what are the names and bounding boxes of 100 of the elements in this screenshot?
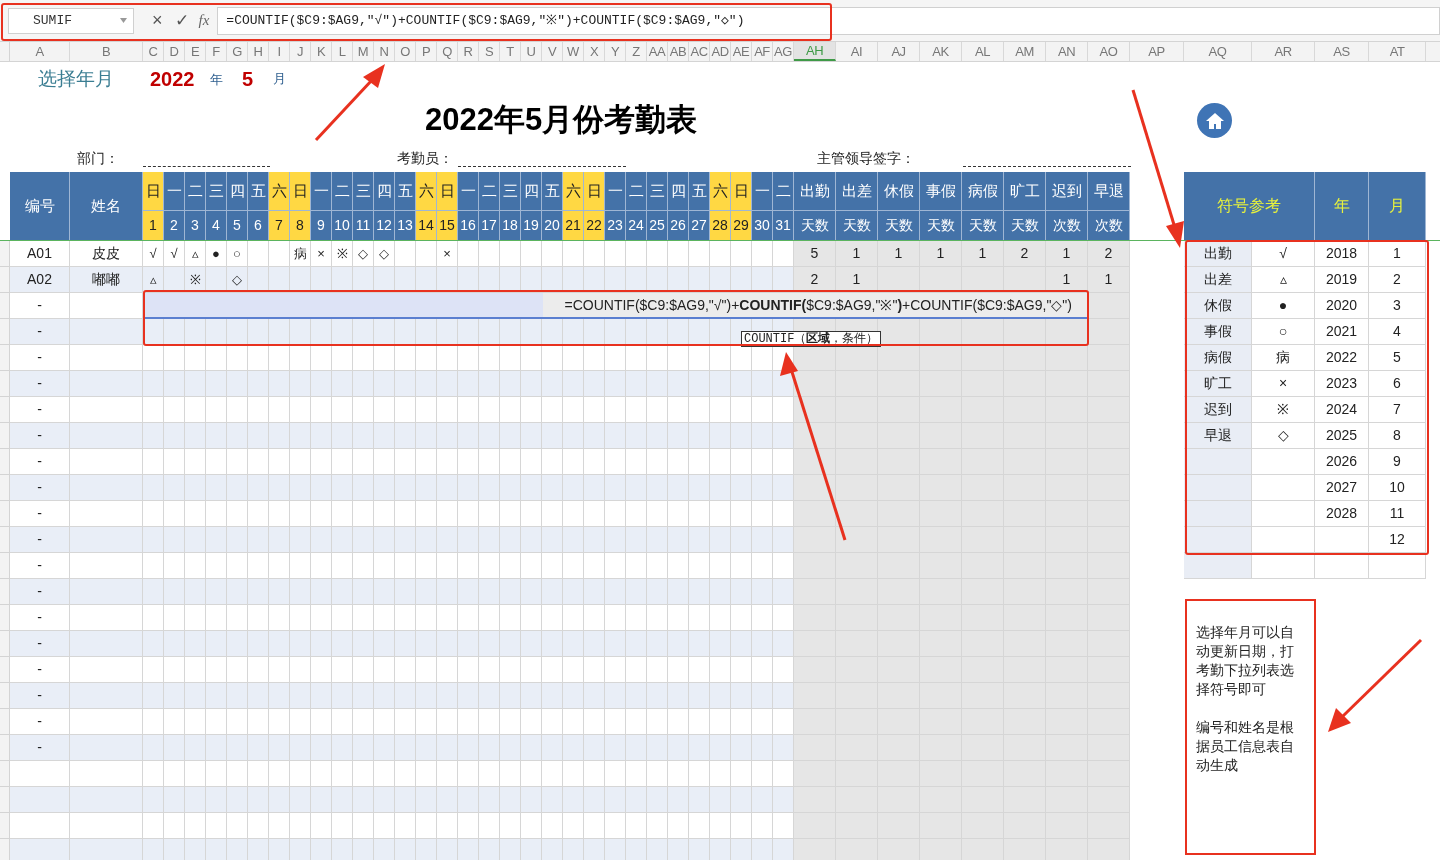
year-value[interactable]: 2022 (150, 68, 195, 90)
row-header[interactable] (0, 397, 10, 423)
column-header[interactable]: G (227, 42, 248, 61)
column-header[interactable]: AI (836, 42, 878, 61)
column-header[interactable]: C (143, 42, 164, 61)
weekday-cell: 日 (437, 172, 458, 212)
weekday-cell: 日 (290, 172, 311, 212)
weekday-cell: 休假 (878, 172, 920, 212)
reference-type: 出差 (1184, 267, 1252, 293)
row-header[interactable] (0, 267, 10, 293)
column-header[interactable]: AT (1369, 42, 1426, 61)
column-header[interactable]: E (185, 42, 206, 61)
formula-field[interactable]: =COUNTIF($C9:$AG9,″√″)+COUNTIF($C9:$AG9,″※″)+COUNTIF($C9:$AG9,″◇″) (217, 6, 1440, 35)
column-title: 符号参考 (1217, 196, 1281, 216)
column-header[interactable]: S (479, 42, 500, 61)
column-header[interactable]: X (584, 42, 605, 61)
column-header[interactable]: B (70, 42, 143, 61)
id-cell: A01 (10, 241, 70, 267)
date-cell: 9 (311, 211, 332, 240)
column-header[interactable]: AB (668, 42, 689, 61)
row-header[interactable] (0, 735, 10, 761)
row-header[interactable] (0, 631, 10, 657)
row-header[interactable] (0, 709, 10, 735)
confirm-button[interactable]: ✓ (174, 7, 189, 34)
row-header[interactable] (0, 501, 10, 527)
reference-month: 12 (1369, 527, 1426, 553)
row-header[interactable] (0, 319, 10, 345)
cancel-button[interactable]: × (152, 7, 163, 34)
column-header[interactable]: V (542, 42, 563, 61)
column-header[interactable]: W (563, 42, 584, 61)
reference-year: 2024 (1315, 397, 1369, 423)
row-header[interactable] (0, 839, 10, 860)
home-button[interactable] (1197, 103, 1232, 138)
column-header[interactable]: AP (1130, 42, 1184, 61)
function-button[interactable]: fx (198, 9, 210, 32)
column-header[interactable]: AC (689, 42, 710, 61)
column-header[interactable]: AK (920, 42, 962, 61)
column-header[interactable]: AJ (878, 42, 920, 61)
column-header[interactable]: AA (647, 42, 668, 61)
column-header[interactable]: M (353, 42, 374, 61)
month-value[interactable]: 5 (242, 68, 254, 90)
column-header[interactable]: N (374, 42, 395, 61)
column-header[interactable]: I (269, 42, 290, 61)
reference-year: 2018 (1315, 241, 1369, 267)
column-header[interactable]: AD (710, 42, 731, 61)
row-header[interactable] (0, 241, 10, 267)
reference-type: 休假 (1184, 293, 1252, 319)
sheet-title: 2022年5月份考勤表 (425, 102, 698, 138)
column-header[interactable]: L (332, 42, 353, 61)
row-header[interactable] (0, 293, 10, 319)
weekday-cell: 二 (332, 172, 353, 212)
column-header[interactable]: J (290, 42, 311, 61)
id-cell: - (10, 709, 70, 735)
id-cell: A02 (10, 267, 70, 293)
column-header[interactable]: AL (962, 42, 1004, 61)
row-header[interactable] (0, 605, 10, 631)
column-header[interactable]: H (248, 42, 269, 61)
column-header[interactable]: A (10, 42, 70, 61)
column-header[interactable]: P (416, 42, 437, 61)
row-header[interactable] (0, 657, 10, 683)
id-cell: - (10, 293, 70, 319)
row-header[interactable] (0, 813, 10, 839)
column-header[interactable]: Y (605, 42, 626, 61)
row-header[interactable] (0, 579, 10, 605)
column-header[interactable]: O (395, 42, 416, 61)
column-header[interactable]: AN (1046, 42, 1088, 61)
row-header[interactable] (0, 423, 10, 449)
row-header[interactable] (0, 553, 10, 579)
id-cell: - (10, 579, 70, 605)
column-header[interactable]: AR (1252, 42, 1315, 61)
row-header[interactable] (0, 449, 10, 475)
cell-editor[interactable]: =COUNTIF($C9:$AG9,"√")+COUNTIF($C9:$AG9,"※")+COUNTIF($C9:$AG9,"◇") (143, 293, 1088, 319)
column-header[interactable]: AQ (1184, 42, 1252, 61)
row-header[interactable] (0, 683, 10, 709)
column-header[interactable]: AO (1088, 42, 1130, 61)
column-header[interactable]: AF (752, 42, 773, 61)
reference-type: 早退 (1184, 423, 1252, 449)
column-header[interactable]: R (458, 42, 479, 61)
row-header[interactable] (0, 475, 10, 501)
column-header[interactable]: AE (731, 42, 752, 61)
column-title: 编号 (24, 195, 55, 216)
column-header[interactable]: D (164, 42, 185, 61)
column-header[interactable]: U (521, 42, 542, 61)
column-header[interactable]: Z (626, 42, 647, 61)
column-header[interactable]: AS (1315, 42, 1369, 61)
column-header[interactable]: AM (1004, 42, 1046, 61)
column-header[interactable]: K (311, 42, 332, 61)
column-header[interactable]: Q (437, 42, 458, 61)
row-header[interactable] (0, 527, 10, 553)
column-header[interactable]: AH (794, 42, 836, 61)
column-header[interactable]: T (500, 42, 521, 61)
row-header[interactable] (0, 761, 10, 787)
row-header[interactable] (0, 787, 10, 813)
weekday-cell: 六 (563, 172, 584, 212)
id-cell: - (10, 319, 70, 345)
name-box[interactable]: SUMIF (8, 7, 134, 34)
row-header[interactable] (0, 371, 10, 397)
column-header[interactable]: F (206, 42, 227, 61)
row-header[interactable] (0, 345, 10, 371)
attendance-cell: ▵ (185, 241, 206, 267)
